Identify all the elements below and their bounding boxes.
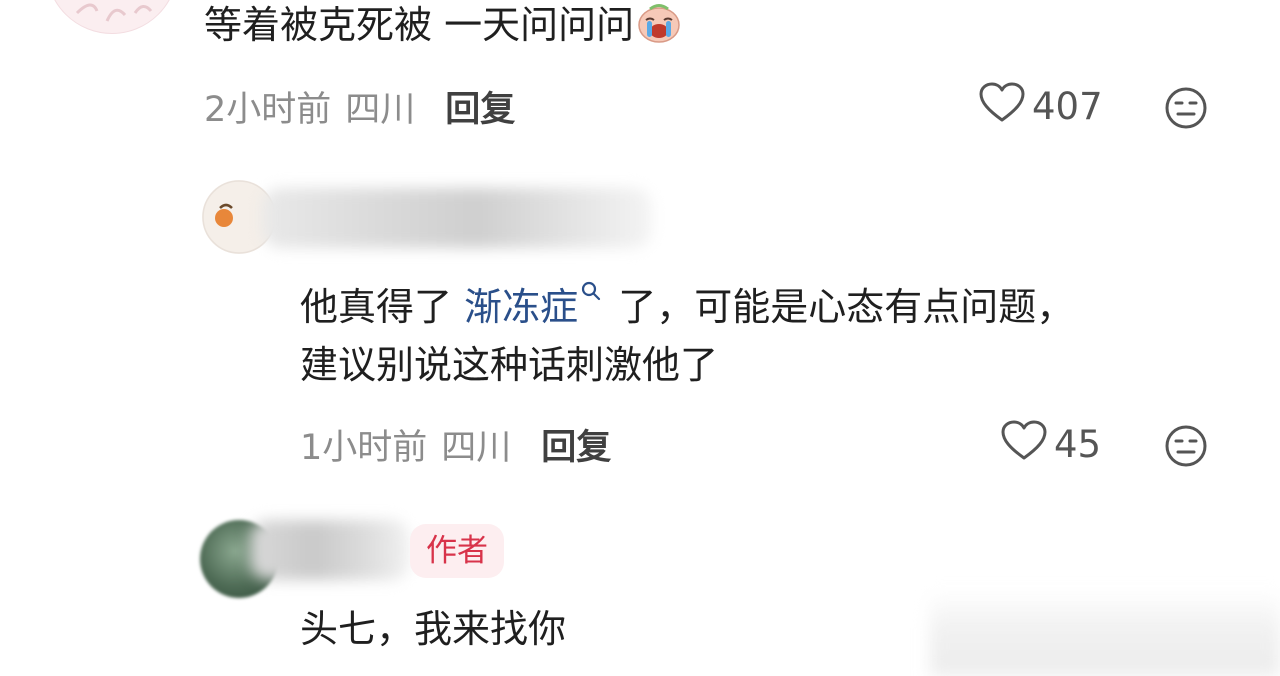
reply-location: 四川 — [441, 427, 512, 468]
comment-time: 2小时前 — [204, 89, 332, 130]
dislike-button[interactable] — [1164, 86, 1208, 130]
like-count: 407 — [1032, 84, 1103, 128]
blurred-username — [250, 520, 410, 580]
comment-text: 等着被克死被 一天问问问 — [204, 0, 682, 50]
like-button[interactable]: 45 — [1000, 420, 1101, 468]
reply-time: 1小时前 — [300, 427, 428, 468]
reply-text-end: 了，可能是心态有点问题， — [606, 285, 1075, 329]
neutral-face-icon — [1164, 87, 1208, 134]
blurred-username — [262, 188, 652, 248]
comment-meta: 2小时前 四川 回复 — [204, 82, 515, 130]
reply-button[interactable]: 回复 — [445, 81, 515, 132]
like-button[interactable]: 407 — [978, 82, 1103, 130]
reply-button[interactable]: 回复 — [541, 419, 611, 470]
watermark-smudge — [930, 590, 1280, 676]
search-icon[interactable] — [580, 264, 602, 301]
crying-face-emoji-icon — [636, 0, 682, 44]
reply-text-line-2: 建议别说这种话刺激他了 — [300, 343, 719, 387]
dislike-button[interactable] — [1164, 424, 1208, 468]
comment-thread: 等着被克死被 一天问问问 2小时前 四川 回复 407 他真得了 渐冻症 了，可… — [0, 0, 1280, 676]
reply-text-start: 他真得了 — [300, 285, 465, 329]
reply-text-line-1: 他真得了 渐冻症 了，可能是心态有点问题， — [300, 264, 1074, 332]
author-badge: 作者 — [410, 524, 504, 578]
search-term-link[interactable]: 渐冻症 — [464, 285, 578, 329]
heart-outline-icon — [1000, 419, 1054, 470]
reply-meta: 1小时前 四川 回复 — [300, 420, 611, 468]
author-reply-text: 头七，我来找你 — [300, 607, 567, 651]
commenter-avatar[interactable] — [46, 0, 178, 34]
comment-location: 四川 — [345, 89, 416, 130]
comment-body: 等着被克死被 一天问问问 — [204, 3, 635, 47]
like-count: 45 — [1054, 422, 1102, 466]
heart-outline-icon — [978, 81, 1032, 132]
neutral-face-icon — [1164, 425, 1208, 472]
